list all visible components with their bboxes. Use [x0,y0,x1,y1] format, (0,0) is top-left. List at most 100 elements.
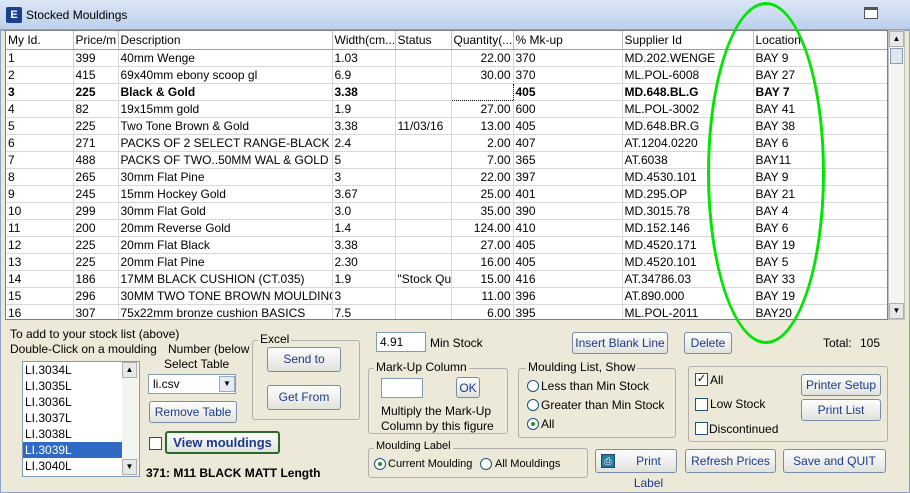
maximize-button[interactable] [864,7,878,19]
table-cell[interactable]: 365 [513,151,623,169]
table-cell[interactable]: 225 [73,236,119,254]
table-cell[interactable]: 3.38 [332,117,396,135]
less-than-min-radio[interactable] [527,380,539,392]
table-cell[interactable]: 20mm Reverse Gold [118,219,333,237]
table-cell[interactable]: 600 [513,100,623,118]
table-cell[interactable]: 401 [513,185,623,203]
table-cell[interactable]: 2.4 [332,134,396,152]
table-cell[interactable]: 6.9 [332,66,396,84]
table-cell[interactable] [450,82,514,101]
table-cell[interactable]: 14 [6,270,74,288]
table-cell[interactable]: 22.00 [451,49,514,67]
table-cell[interactable]: 15 [6,287,74,305]
all-checkbox[interactable]: ✓ [695,373,708,386]
table-cell[interactable]: 22.00 [451,168,514,186]
table-cell[interactable]: 488 [73,151,119,169]
remove-table-button[interactable]: Remove Table [149,401,237,423]
table-cell[interactable]: 124.00 [451,219,514,237]
table-cell[interactable]: 2.00 [451,134,514,152]
table-cell[interactable]: 397 [513,168,623,186]
table-cell[interactable]: 30mm Flat Pine [118,168,333,186]
table-cell[interactable]: 35.00 [451,202,514,220]
table-cell[interactable]: 1.9 [332,270,396,288]
print-label-button[interactable]: ⎙ Print Label [595,449,677,490]
table-cell[interactable]: 1 [6,49,74,67]
table-cell[interactable]: 5 [332,151,396,169]
table-cell[interactable]: 405 [513,117,623,135]
table-cell[interactable] [395,168,452,186]
table-cell[interactable]: 69x40mm ebony scoop gl [118,66,333,84]
column-header[interactable]: Price/m [73,31,119,50]
table-cell[interactable] [395,151,452,169]
view-mouldings-button[interactable]: View mouldings [165,431,280,454]
table-cell[interactable]: 3.38 [332,236,396,254]
send-to-excel-button[interactable]: Send to [267,347,341,372]
markup-input[interactable] [381,378,423,398]
scroll-thumb[interactable] [890,48,903,64]
column-header[interactable]: Status [395,31,452,50]
table-cell[interactable]: 4 [6,100,74,118]
table-cell[interactable]: 405 [513,253,623,271]
table-cell[interactable]: 225 [73,117,119,135]
table-cell[interactable]: 2.30 [332,253,396,271]
table-cell[interactable] [395,219,452,237]
table-cell[interactable]: 30mm Flat Gold [118,202,333,220]
table-cell[interactable]: 7 [6,151,74,169]
get-from-excel-button[interactable]: Get From [267,385,341,410]
table-cell[interactable] [395,253,452,271]
table-cell[interactable]: 30MM TWO TONE BROWN MOULDING [118,287,333,305]
table-cell[interactable]: 8 [6,168,74,186]
table-cell[interactable]: 410 [513,219,623,237]
grid-vertical-scrollbar[interactable]: ▲ ▼ [888,30,905,320]
table-cell[interactable]: 6 [6,134,74,152]
table-cell[interactable]: 1.4 [332,219,396,237]
table-cell[interactable]: 405 [513,83,623,101]
table-cell[interactable]: 6.00 [451,304,514,319]
table-cell[interactable]: 15.00 [451,270,514,288]
table-cell[interactable]: 20mm Flat Black [118,236,333,254]
markup-ok-button[interactable]: OK [456,377,480,398]
table-cell[interactable]: 75x22mm bronze cushion BASICS [118,304,333,319]
table-cell[interactable]: Black & Gold [118,83,333,101]
table-cell[interactable]: 3 [332,287,396,305]
table-cell[interactable]: 225 [73,253,119,271]
table-cell[interactable]: 82 [73,100,119,118]
table-cell[interactable] [395,236,452,254]
table-cell[interactable]: 16.00 [451,253,514,271]
table-cell[interactable]: 15mm Hockey Gold [118,185,333,203]
insert-blank-line-button[interactable]: Insert Blank Line [572,332,668,354]
table-cell[interactable]: 20mm Flat Pine [118,253,333,271]
table-cell[interactable]: 407 [513,134,623,152]
table-cell[interactable]: 11/03/16 [395,117,452,135]
all-radio[interactable] [527,418,539,430]
table-cell[interactable]: PACKS OF 2 SELECT RANGE-BLACK [118,134,333,152]
column-header[interactable]: Width(cm... [332,31,396,50]
table-cell[interactable]: 245 [73,185,119,203]
table-cell[interactable]: 5 [6,117,74,135]
table-cell[interactable] [395,185,452,203]
table-cell[interactable] [395,100,452,118]
table-cell[interactable]: 265 [73,168,119,186]
table-cell[interactable]: 27.00 [451,236,514,254]
table-cell[interactable]: 25.00 [451,185,514,203]
table-cell[interactable]: 10 [6,202,74,220]
table-cell[interactable]: 396 [513,287,623,305]
table-cell[interactable]: 13 [6,253,74,271]
table-cell[interactable]: 40mm Wenge [118,49,333,67]
table-cell[interactable]: 7.00 [451,151,514,169]
table-cell[interactable]: 200 [73,219,119,237]
current-moulding-radio[interactable] [374,458,386,470]
listbox-scroll-down[interactable]: ▼ [122,459,137,475]
table-cell[interactable]: PACKS OF TWO..50MM WAL & GOLD ( [118,151,333,169]
table-cell[interactable]: 307 [73,304,119,319]
all-mouldings-radio[interactable] [480,458,492,470]
printer-setup-button[interactable]: Printer Setup [801,374,881,396]
table-cell[interactable]: 2 [6,66,74,84]
table-cell[interactable]: 19x15mm gold [118,100,333,118]
table-cell[interactable]: 1.03 [332,49,396,67]
low-stock-checkbox[interactable] [695,398,708,411]
table-cell[interactable]: 415 [73,66,119,84]
table-cell[interactable] [395,49,452,67]
table-cell[interactable]: 416 [513,270,623,288]
table-cell[interactable]: 27.00 [451,100,514,118]
